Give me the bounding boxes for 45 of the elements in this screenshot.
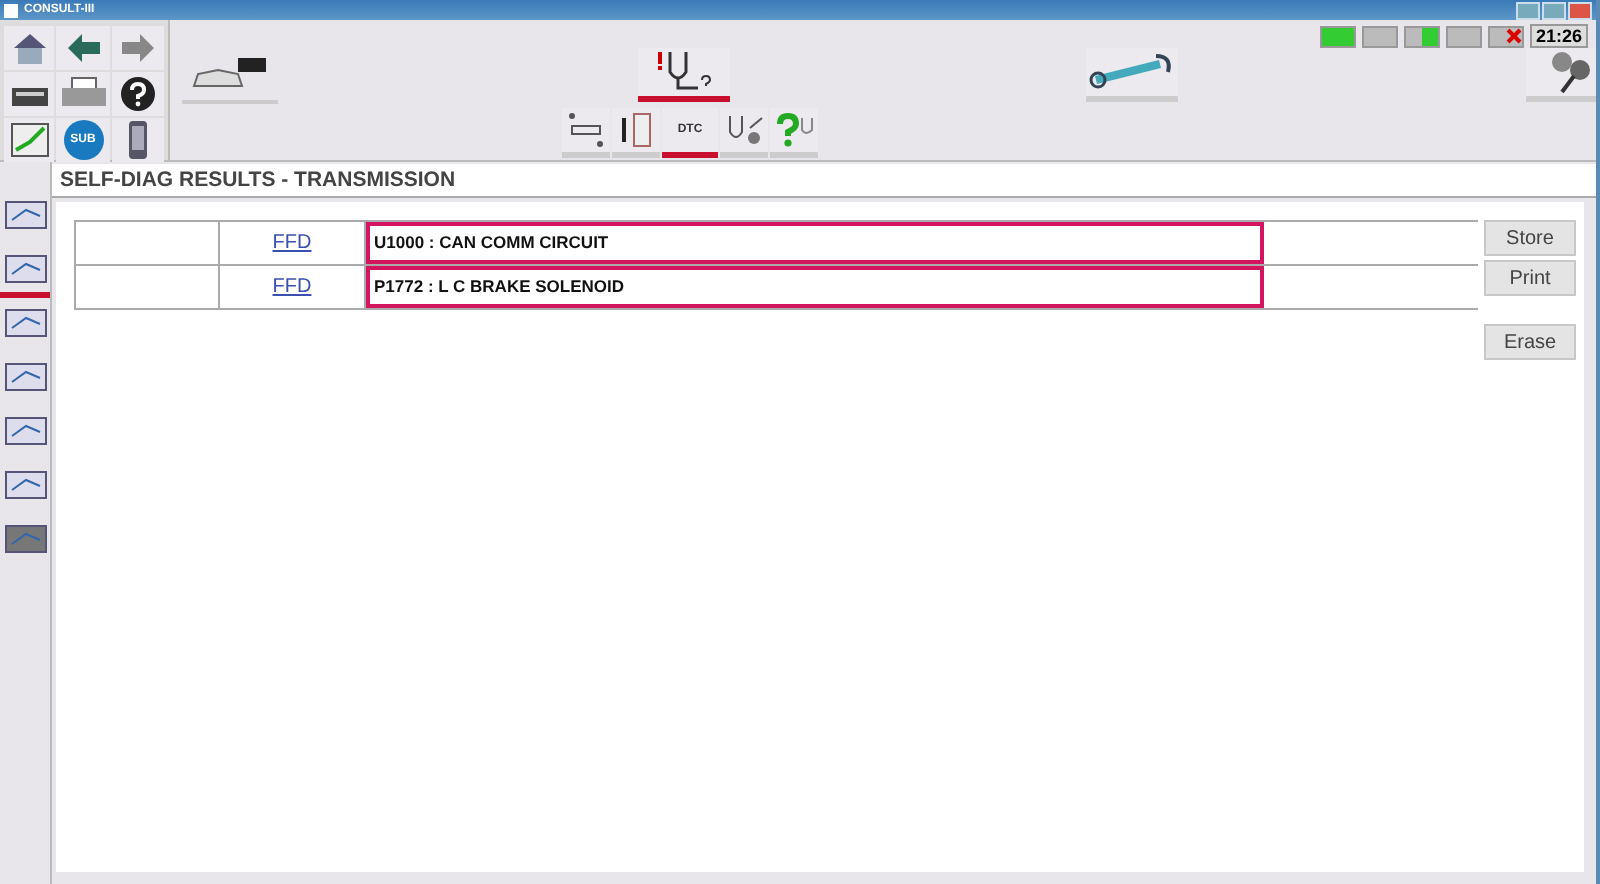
clock: 21:26: [1529, 24, 1588, 48]
help-tab[interactable]: [770, 108, 818, 158]
active-test-icon: [724, 112, 764, 148]
connection-indicator: [1361, 25, 1398, 47]
close-button[interactable]: [1568, 1, 1592, 19]
house-icon: [9, 30, 49, 66]
print-button[interactable]: Print: [1484, 260, 1576, 296]
store-button[interactable]: Store: [1484, 220, 1576, 256]
erase-button[interactable]: Erase: [1484, 324, 1576, 360]
question-icon: [774, 112, 814, 148]
battery-indicator: [1319, 25, 1356, 47]
dtc-cell[interactable]: U1000 : CAN COMM CIRCUIT: [366, 222, 1264, 264]
printer-icon: [59, 76, 107, 112]
back-button[interactable]: [56, 26, 110, 70]
print-button[interactable]: [56, 72, 110, 116]
network-icon: [568, 112, 604, 148]
app-icon: [4, 3, 18, 17]
help-button[interactable]: [112, 72, 164, 116]
gears-icon: [1546, 48, 1596, 96]
home-button[interactable]: [4, 26, 54, 70]
tools-tab[interactable]: [1526, 48, 1596, 102]
page-header: SELF-DIAG RESULTS - TRANSMISSION: [52, 164, 1596, 198]
keyboard-button[interactable]: [4, 72, 54, 116]
dtc-cell[interactable]: P1772 : L C BRAKE SOLENOID: [366, 266, 1264, 308]
question-icon: [120, 76, 156, 112]
data-tab[interactable]: [612, 108, 660, 158]
chart-icon: [9, 122, 49, 158]
minimize-button[interactable]: [1516, 1, 1540, 19]
right-arrow-icon: [122, 34, 154, 62]
wrench-icon: [1088, 52, 1176, 92]
lan-indicator: [1403, 25, 1440, 47]
active-tab[interactable]: [720, 108, 768, 158]
can-tab[interactable]: [562, 108, 610, 158]
chart-button[interactable]: [4, 118, 54, 162]
cross-icon: [1505, 28, 1522, 44]
phone-icon: [128, 120, 148, 160]
wireless-indicator: [1445, 25, 1482, 47]
work-support-tab[interactable]: [1086, 48, 1178, 102]
device-button[interactable]: [112, 118, 164, 162]
diagnosis-tab[interactable]: [638, 48, 730, 102]
ffd-link[interactable]: FFD: [272, 232, 312, 254]
left-arrow-icon: [67, 34, 99, 62]
ffd-link[interactable]: FFD: [272, 276, 312, 298]
maximize-button[interactable]: [1542, 1, 1566, 19]
data-monitor-icon: [618, 110, 654, 150]
